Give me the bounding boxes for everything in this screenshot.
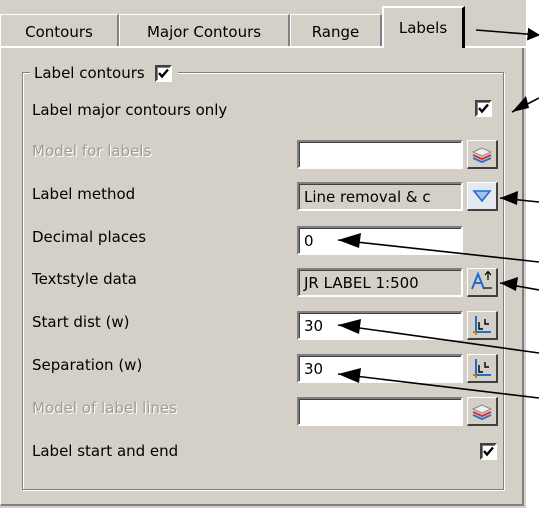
model-layers-icon (471, 147, 493, 164)
label-contours-checkbox[interactable] (154, 64, 172, 82)
model-of-label-lines-field[interactable] (297, 397, 463, 426)
label-start-end-label: Label start and end (32, 442, 179, 460)
tab-labels[interactable]: Labels (382, 6, 465, 48)
checkmark-icon (157, 68, 169, 78)
model-of-label-lines-label: Model of label lines (32, 399, 177, 417)
checkmark-icon (483, 446, 494, 457)
dropdown-arrow-icon (472, 190, 492, 203)
dialog: Contours Major Contours Range Labels Lab… (0, 0, 526, 508)
model-for-labels-label: Model for labels (32, 142, 152, 160)
pick-distance-icon (473, 359, 491, 378)
label-method-dropdown-button[interactable] (467, 182, 498, 211)
label-contours-legend: Label contours (30, 63, 178, 83)
model-of-label-lines-button[interactable] (467, 397, 498, 426)
tab-bar: Contours Major Contours Range Labels (0, 0, 526, 52)
label-contours-label: Label contours (34, 64, 145, 82)
tab-range[interactable]: Range (290, 14, 382, 46)
separation-label: Separation (w) (32, 356, 143, 374)
textstyle-data-field[interactable]: JR LABEL 1:500 (297, 268, 463, 297)
decimal-places-field[interactable]: 0 (297, 226, 463, 255)
label-method-field[interactable]: Line removal & c (297, 182, 463, 211)
textstyle-button[interactable] (467, 268, 498, 297)
pick-distance-icon (473, 316, 491, 335)
tab-major-contours[interactable]: Major Contours (119, 14, 290, 46)
model-for-labels-button[interactable] (467, 140, 498, 169)
label-start-end-checkbox[interactable] (480, 443, 497, 460)
textstyle-icon (471, 271, 492, 290)
tab-contours[interactable]: Contours (0, 14, 119, 46)
decimal-places-label: Decimal places (32, 228, 147, 246)
major-only-label: Label major contours only (32, 101, 228, 119)
textstyle-data-label: Textstyle data (32, 270, 137, 288)
model-layers-icon (471, 404, 493, 421)
checkmark-icon (478, 103, 489, 114)
separation-field[interactable]: 30 (297, 354, 463, 383)
model-for-labels-field[interactable] (297, 140, 463, 169)
label-method-label: Label method (32, 185, 136, 203)
separation-pick-button[interactable] (467, 354, 498, 383)
start-dist-field[interactable]: 30 (297, 311, 463, 340)
start-dist-pick-button[interactable] (467, 311, 498, 340)
start-dist-label: Start dist (w) (32, 313, 130, 331)
major-only-checkbox[interactable] (475, 100, 492, 117)
